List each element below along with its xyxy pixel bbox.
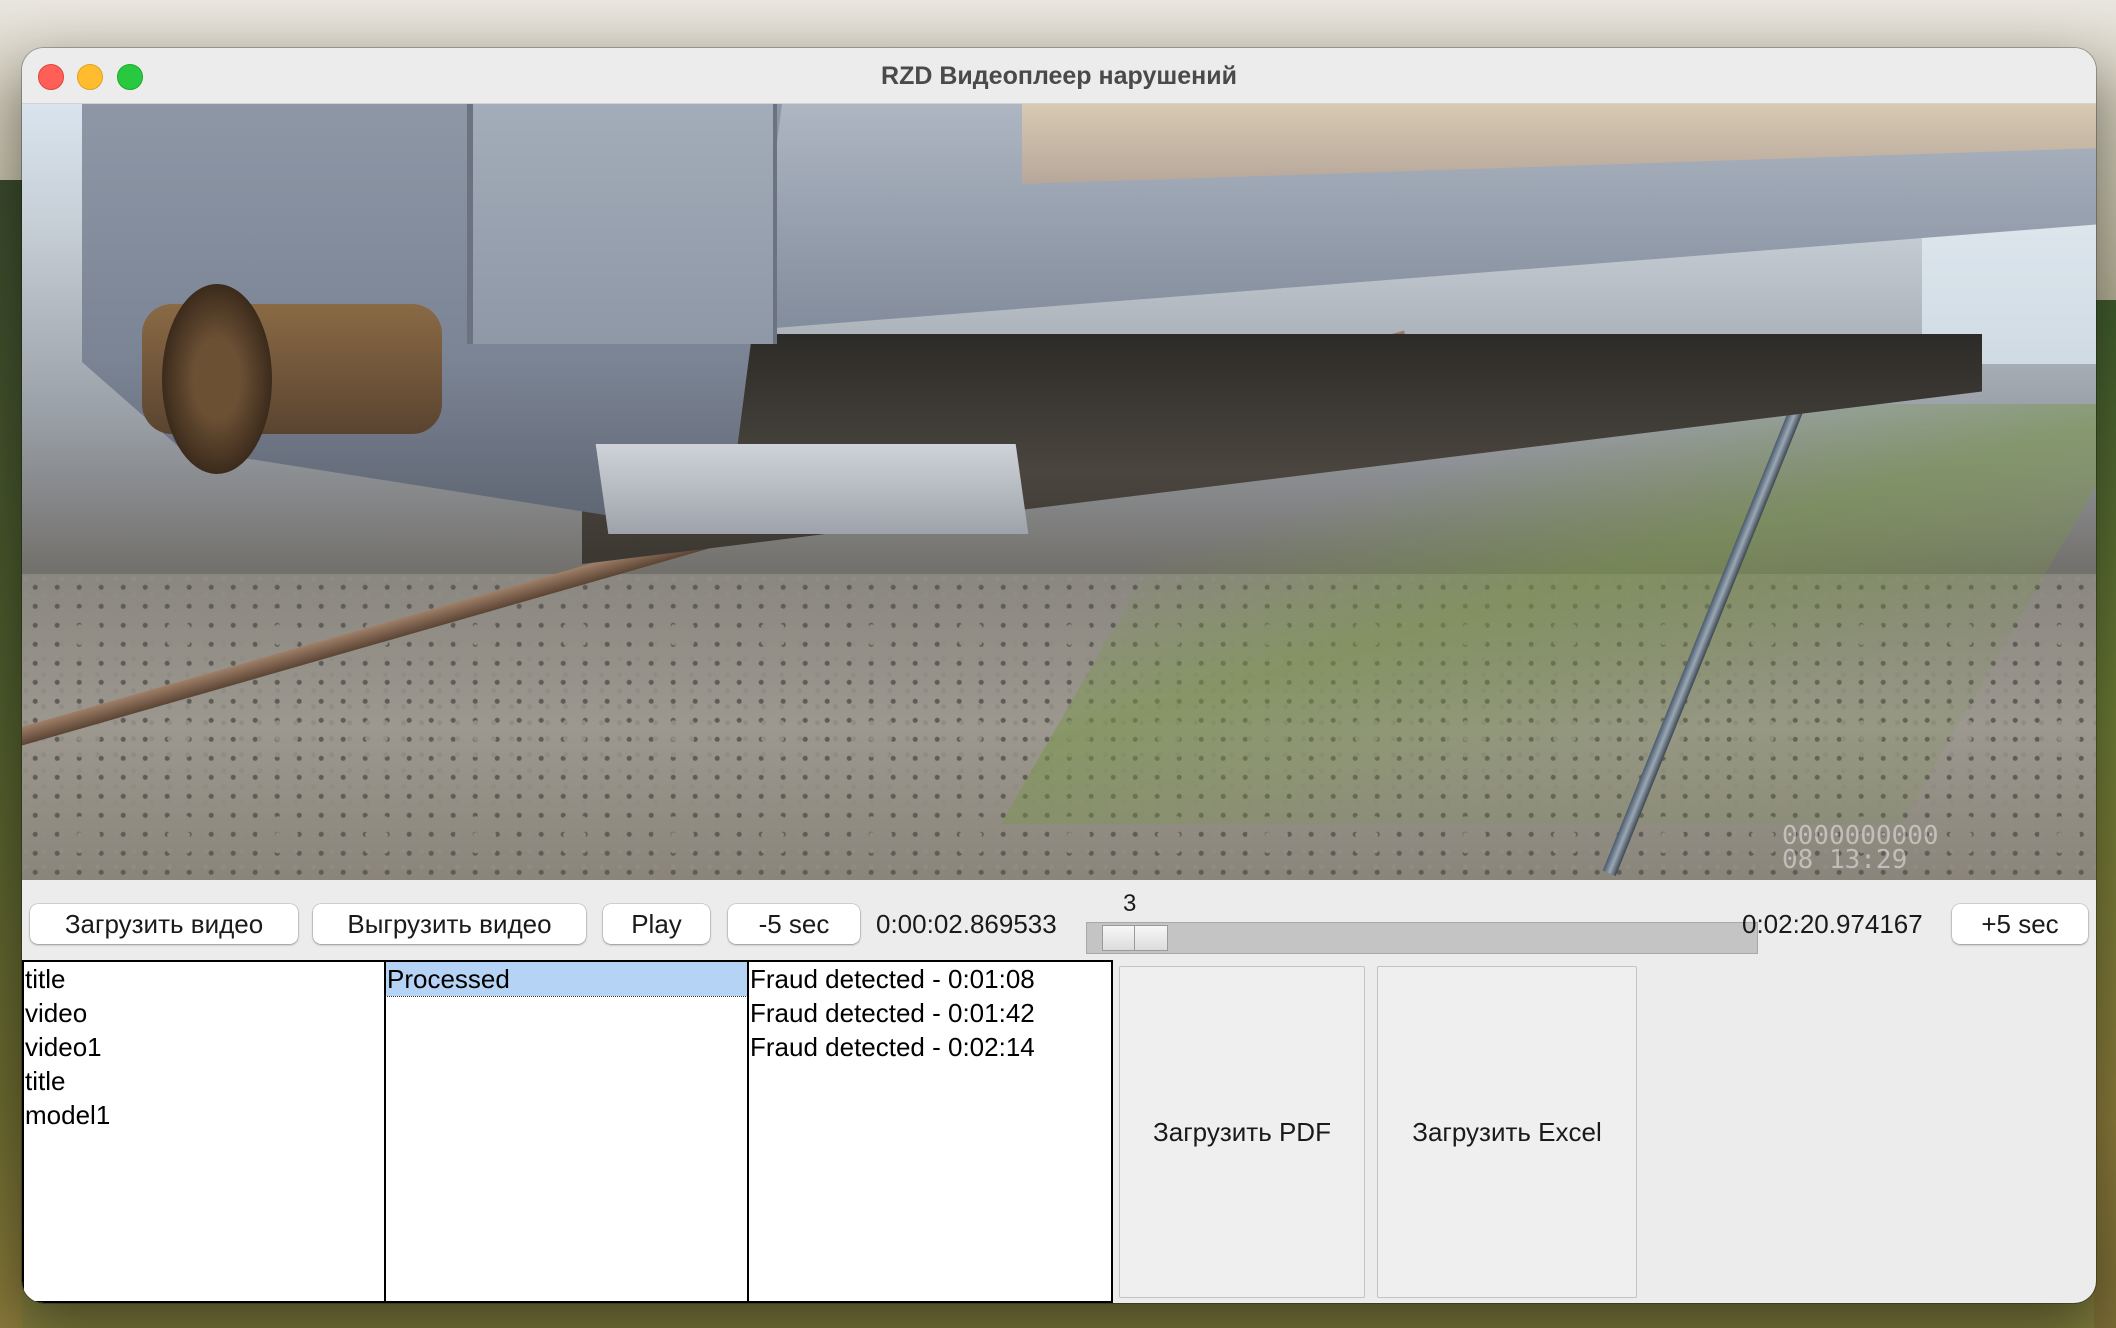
seek-slider[interactable] — [1086, 922, 1758, 954]
list-item[interactable]: model1 — [24, 1098, 384, 1132]
list-item[interactable]: video — [24, 996, 384, 1030]
window-title: RZD Видеоплеер нарушений — [881, 62, 1237, 90]
files-listbox[interactable]: title video video1 title model1 — [22, 960, 386, 1303]
video-train-door — [467, 104, 777, 344]
video-timestamp-line2: 08 13:29 — [1782, 845, 1908, 875]
list-item[interactable]: Fraud detected - 0:01:08 — [749, 962, 1111, 996]
forward-5-sec-button[interactable]: +5 sec — [1952, 904, 2088, 944]
video-timestamp-overlay: 0000000000 08 13:29 — [1782, 823, 1939, 875]
list-item[interactable]: title — [24, 962, 384, 996]
list-item[interactable]: Processed — [386, 962, 747, 997]
current-time-label: 0:00:02.869533 — [876, 909, 1057, 939]
list-item[interactable]: title — [24, 1064, 384, 1098]
desktop-background-left — [0, 180, 22, 1328]
video-train-buffer — [162, 284, 272, 474]
video-frame: 0000000000 08 13:29 — [22, 104, 2096, 880]
load-pdf-button[interactable]: Загрузить PDF — [1119, 966, 1365, 1298]
events-listbox[interactable]: Fraud detected - 0:01:08 Fraud detected -… — [747, 960, 1113, 1303]
list-item[interactable]: video1 — [24, 1030, 384, 1064]
list-item[interactable]: Fraud detected - 0:02:14 — [749, 1030, 1111, 1064]
video-train-step — [595, 444, 1029, 534]
status-listbox[interactable]: Processed — [384, 960, 749, 1303]
load-video-button[interactable]: Загрузить видео — [30, 904, 298, 944]
load-excel-button[interactable]: Загрузить Excel — [1377, 966, 1637, 1298]
title-bar[interactable]: RZD Видеоплеер нарушений — [22, 48, 2096, 104]
seek-slider-thumb[interactable] — [1102, 925, 1168, 951]
rewind-5-sec-button[interactable]: -5 sec — [728, 904, 860, 944]
slider-value-label: 3 — [1123, 890, 1137, 917]
list-item[interactable]: Fraud detected - 0:01:42 — [749, 996, 1111, 1030]
desktop-background-right — [2094, 300, 2116, 1328]
play-button[interactable]: Play — [603, 904, 710, 944]
total-time-label: 0:02:20.974167 — [1742, 909, 1923, 939]
app-window: RZD Видеоплеер нарушений 0000000000 08 1… — [22, 48, 2096, 1303]
unload-video-button[interactable]: Выгрузить видео — [313, 904, 586, 944]
